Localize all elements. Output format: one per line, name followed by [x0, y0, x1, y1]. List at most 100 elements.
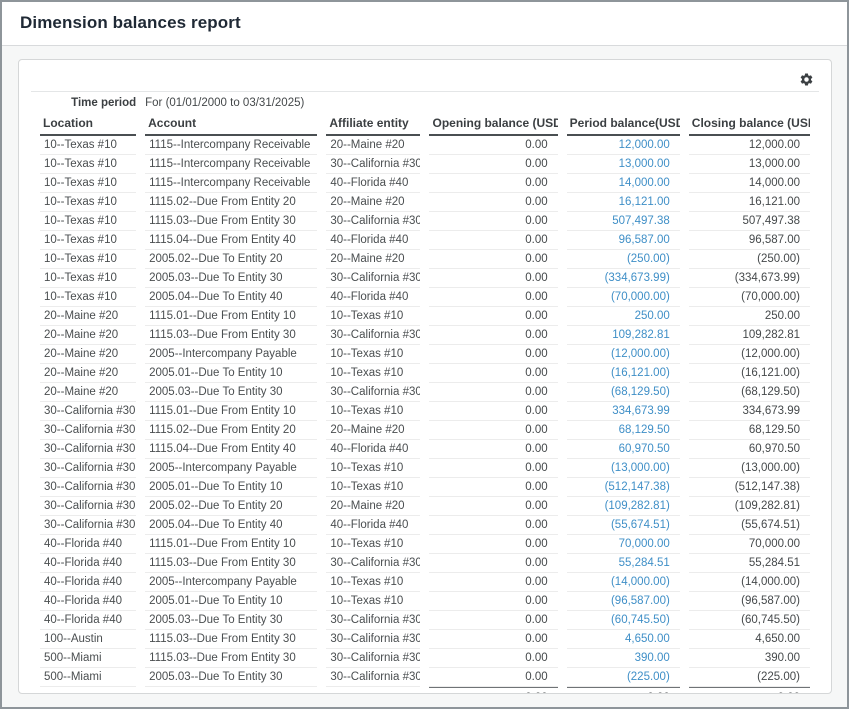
cell-period[interactable]: (70,000.00): [567, 288, 680, 307]
table-row: 20--Maine #202005--Intercompany Payable1…: [40, 345, 810, 364]
table-row: 40--Florida #401115.03--Due From Entity …: [40, 554, 810, 573]
cell-location: 10--Texas #10: [40, 155, 136, 174]
cell-account: 1115.01--Due From Entity 10: [145, 402, 317, 421]
cell-opening: 0.00: [429, 440, 557, 459]
cell-closing: (16,121.00): [689, 364, 810, 383]
cell-period[interactable]: (14,000.00): [567, 573, 680, 592]
settings-gear-icon[interactable]: [797, 71, 815, 89]
cell-period[interactable]: 70,000.00: [567, 535, 680, 554]
cell-location: 20--Maine #20: [40, 383, 136, 402]
cell-opening: 0.00: [429, 478, 557, 497]
cell-period[interactable]: (512,147.38): [567, 478, 680, 497]
cell-opening: 0.00: [429, 326, 557, 345]
cell-period[interactable]: (13,000.00): [567, 459, 680, 478]
cell-opening: 0.00: [429, 174, 557, 193]
cell-account: 1115.03--Due From Entity 30: [145, 630, 317, 649]
cell-account: 2005--Intercompany Payable: [145, 459, 317, 478]
time-period-label: Time period: [40, 95, 136, 114]
cell-period[interactable]: (334,673.99): [567, 269, 680, 288]
cell-closing: 70,000.00: [689, 535, 810, 554]
table-row: 30--California #30 2005--Intercompany Pay…: [40, 459, 810, 478]
cell-period[interactable]: 250.00: [567, 307, 680, 326]
table-row: 20--Maine #201115.01--Due From Entity 10…: [40, 307, 810, 326]
cell-affiliate: 10--Texas #10: [326, 573, 420, 592]
cell-period[interactable]: (250.00): [567, 250, 680, 269]
table-row: 20--Maine #202005.03--Due To Entity 3030…: [40, 383, 810, 402]
cell-opening: 0.00: [429, 307, 557, 326]
cell-closing: (14,000.00): [689, 573, 810, 592]
cell-affiliate: 40--Florida #40: [326, 516, 420, 535]
cell-opening: 0.00: [429, 364, 557, 383]
cell-period[interactable]: (12,000.00): [567, 345, 680, 364]
cell-location: 30--California #30: [40, 497, 136, 516]
table-header-row: Location Account Affiliate entity Openin…: [40, 114, 810, 136]
cell-closing: (60,745.50): [689, 611, 810, 630]
cell-affiliate: 10--Texas #10: [326, 535, 420, 554]
cell-period[interactable]: 96,587.00: [567, 231, 680, 250]
cell-closing: (70,000.00): [689, 288, 810, 307]
grand-total-opening: 0.00: [429, 687, 557, 694]
col-header-closing-balance: Closing balance (USD): [689, 114, 810, 136]
cell-location: 30--California #30: [40, 459, 136, 478]
title-bar: Dimension balances report: [2, 2, 847, 46]
grand-total-row: Grand total 0.00 0.00 0.00: [40, 687, 810, 694]
cell-period[interactable]: 390.00: [567, 649, 680, 668]
cell-opening: 0.00: [429, 383, 557, 402]
cell-period[interactable]: (60,745.50): [567, 611, 680, 630]
table-row: 30--California #302005.04--Due To Entity…: [40, 516, 810, 535]
table-row: 10--Texas #10 1115.04--Due From Entity 40…: [40, 231, 810, 250]
cell-period[interactable]: (16,121.00): [567, 364, 680, 383]
cell-period[interactable]: 13,000.00: [567, 155, 680, 174]
table-row: 10--Texas #10 1115--Intercompany Receivab…: [40, 174, 810, 193]
cell-closing: 13,000.00: [689, 155, 810, 174]
cell-closing: 68,129.50: [689, 421, 810, 440]
cell-period[interactable]: 55,284.51: [567, 554, 680, 573]
cell-location: 20--Maine #20: [40, 307, 136, 326]
cell-period[interactable]: (225.00): [567, 668, 680, 687]
cell-location: 10--Texas #10: [40, 136, 136, 155]
cell-period[interactable]: 16,121.00: [567, 193, 680, 212]
cell-account: 1115.03--Due From Entity 30: [145, 212, 317, 231]
table-row: 10--Texas #102005.04--Due To Entity 4040…: [40, 288, 810, 307]
col-header-opening-balance: Opening balance (USD): [429, 114, 557, 136]
cell-location: 10--Texas #10: [40, 231, 136, 250]
cell-opening: 0.00: [429, 288, 557, 307]
cell-account: 1115--Intercompany Receivable: [145, 174, 317, 193]
cell-location: 10--Texas #10: [40, 193, 136, 212]
cell-account: 2005--Intercompany Payable: [145, 573, 317, 592]
cell-location: 30--California #30: [40, 478, 136, 497]
cell-affiliate: 40--Florida #40: [326, 231, 420, 250]
cell-affiliate: 30--California #30: [326, 383, 420, 402]
cell-account: 2005.04--Due To Entity 40: [145, 288, 317, 307]
cell-opening: 0.00: [429, 668, 557, 687]
cell-opening: 0.00: [429, 573, 557, 592]
cell-location: 40--Florida #40: [40, 535, 136, 554]
cell-period[interactable]: (55,674.51): [567, 516, 680, 535]
cell-affiliate: 20--Maine #20: [326, 250, 420, 269]
cell-location: 10--Texas #10: [40, 212, 136, 231]
time-period-value: For (01/01/2000 to 03/31/2025): [145, 95, 810, 114]
cell-period[interactable]: 60,970.50: [567, 440, 680, 459]
cell-period[interactable]: 507,497.38: [567, 212, 680, 231]
cell-opening: 0.00: [429, 554, 557, 573]
cell-period[interactable]: (109,282.81): [567, 497, 680, 516]
cell-period[interactable]: 109,282.81: [567, 326, 680, 345]
cell-affiliate: 30--California #30: [326, 611, 420, 630]
cell-period[interactable]: 12,000.00: [567, 136, 680, 155]
cell-period[interactable]: 4,650.00: [567, 630, 680, 649]
cell-period[interactable]: (96,587.00): [567, 592, 680, 611]
table-row: 100--Austin1115.03--Due From Entity 3030…: [40, 630, 810, 649]
table-body: 10--Texas #10 1115--Intercompany Receivab…: [40, 136, 810, 687]
cell-closing: 334,673.99: [689, 402, 810, 421]
cell-account: 1115.04--Due From Entity 40: [145, 231, 317, 250]
cell-location: 10--Texas #10: [40, 174, 136, 193]
cell-period[interactable]: 334,673.99: [567, 402, 680, 421]
cell-opening: 0.00: [429, 136, 557, 155]
cell-period[interactable]: 14,000.00: [567, 174, 680, 193]
cell-opening: 0.00: [429, 155, 557, 174]
cell-affiliate: 20--Maine #20: [326, 421, 420, 440]
cell-affiliate: 40--Florida #40: [326, 288, 420, 307]
cell-account: 2005.01--Due To Entity 10: [145, 478, 317, 497]
cell-period[interactable]: 68,129.50: [567, 421, 680, 440]
cell-period[interactable]: (68,129.50): [567, 383, 680, 402]
